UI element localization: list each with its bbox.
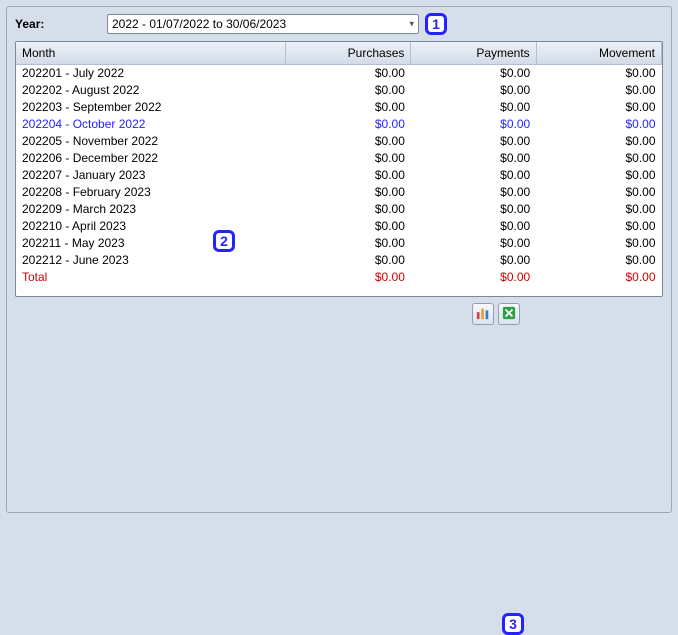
table-row[interactable]: 202201 - July 2022$0.00$0.00$0.00 — [16, 65, 662, 83]
cell-purchases: $0.00 — [286, 99, 411, 116]
table-row[interactable]: 202207 - January 2023$0.00$0.00$0.00 — [16, 167, 662, 184]
table-row[interactable]: 202205 - November 2022$0.00$0.00$0.00 — [16, 133, 662, 150]
cell-movement: $0.00 — [536, 99, 661, 116]
cell-movement: $0.00 — [536, 82, 661, 99]
col-header-payments[interactable]: Payments — [411, 42, 536, 65]
table-row[interactable]: 202211 - May 2023$0.00$0.00$0.00 — [16, 235, 662, 252]
cell-payments: $0.00 — [411, 269, 536, 286]
cell-month: 202207 - January 2023 — [16, 167, 286, 184]
table-row[interactable]: 202203 - September 2022$0.00$0.00$0.00 — [16, 99, 662, 116]
year-row: Year: 2022 - 01/07/2022 to 30/06/2023 ▾ … — [15, 13, 663, 35]
cell-month: 202204 - October 2022 — [16, 116, 286, 133]
year-label: Year: — [15, 17, 107, 31]
chevron-down-icon: ▾ — [409, 19, 414, 30]
cell-month: 202208 - February 2023 — [16, 184, 286, 201]
cell-payments: $0.00 — [411, 82, 536, 99]
cell-payments: $0.00 — [411, 150, 536, 167]
cell-purchases: $0.00 — [286, 235, 411, 252]
table-row[interactable]: 202204 - October 2022$0.00$0.00$0.00 — [16, 116, 662, 133]
bar-chart-icon — [476, 306, 490, 323]
cell-payments: $0.00 — [411, 133, 536, 150]
chart-button[interactable] — [472, 303, 494, 325]
cell-payments: $0.00 — [411, 99, 536, 116]
cell-month: 202205 - November 2022 — [16, 133, 286, 150]
col-header-movement[interactable]: Movement — [536, 42, 661, 65]
cell-payments: $0.00 — [411, 184, 536, 201]
cell-month: 202202 - August 2022 — [16, 82, 286, 99]
cell-purchases: $0.00 — [286, 218, 411, 235]
table-total-row: Total$0.00$0.00$0.00 — [16, 269, 662, 286]
cell-purchases: $0.00 — [286, 184, 411, 201]
col-header-month[interactable]: Month — [16, 42, 286, 65]
cell-payments: $0.00 — [411, 218, 536, 235]
cell-payments: $0.00 — [411, 252, 536, 269]
cell-month: 202210 - April 2023 — [16, 218, 286, 235]
data-table-container: Month Purchases Payments Movement 202201… — [15, 41, 663, 297]
cell-purchases: $0.00 — [286, 150, 411, 167]
cell-purchases: $0.00 — [286, 252, 411, 269]
callout-badge-1: 1 — [425, 13, 447, 35]
cell-movement: $0.00 — [536, 167, 661, 184]
cell-purchases: $0.00 — [286, 201, 411, 218]
table-row[interactable]: 202206 - December 2022$0.00$0.00$0.00 — [16, 150, 662, 167]
table-header-row: Month Purchases Payments Movement — [16, 42, 662, 65]
year-select[interactable]: 2022 - 01/07/2022 to 30/06/2023 ▾ — [107, 14, 419, 34]
cell-movement: $0.00 — [536, 269, 661, 286]
callout-badge-3: 3 — [502, 613, 524, 635]
cell-month: 202206 - December 2022 — [16, 150, 286, 167]
cell-payments: $0.00 — [411, 116, 536, 133]
cell-month: 202212 - June 2023 — [16, 252, 286, 269]
cell-purchases: $0.00 — [286, 269, 411, 286]
table-row[interactable]: 202210 - April 2023$0.00$0.00$0.00 — [16, 218, 662, 235]
export-excel-button[interactable] — [498, 303, 520, 325]
cell-movement: $0.00 — [536, 116, 661, 133]
cell-purchases: $0.00 — [286, 133, 411, 150]
cell-movement: $0.00 — [536, 184, 661, 201]
cell-movement: $0.00 — [536, 235, 661, 252]
cell-purchases: $0.00 — [286, 167, 411, 184]
callout-badge-2: 2 — [213, 230, 235, 252]
cell-month: 202203 - September 2022 — [16, 99, 286, 116]
data-table: Month Purchases Payments Movement 202201… — [16, 42, 662, 286]
year-select-value: 2022 - 01/07/2022 to 30/06/2023 — [112, 17, 400, 31]
table-row[interactable]: 202212 - June 2023$0.00$0.00$0.00 — [16, 252, 662, 269]
table-row[interactable]: 202208 - February 2023$0.00$0.00$0.00 — [16, 184, 662, 201]
cell-month: 202201 - July 2022 — [16, 65, 286, 83]
cell-purchases: $0.00 — [286, 116, 411, 133]
table-row[interactable]: 202202 - August 2022$0.00$0.00$0.00 — [16, 82, 662, 99]
cell-movement: $0.00 — [536, 201, 661, 218]
table-row[interactable]: 202209 - March 2023$0.00$0.00$0.00 — [16, 201, 662, 218]
cell-month: Total — [16, 269, 286, 286]
cell-payments: $0.00 — [411, 201, 536, 218]
cell-movement: $0.00 — [536, 150, 661, 167]
cell-movement: $0.00 — [536, 218, 661, 235]
cell-purchases: $0.00 — [286, 65, 411, 83]
excel-icon — [502, 306, 516, 323]
cell-purchases: $0.00 — [286, 82, 411, 99]
cell-payments: $0.00 — [411, 235, 536, 252]
action-icon-row — [15, 303, 520, 325]
main-panel: Year: 2022 - 01/07/2022 to 30/06/2023 ▾ … — [6, 6, 672, 513]
cell-movement: $0.00 — [536, 133, 661, 150]
cell-movement: $0.00 — [536, 65, 661, 83]
col-header-purchases[interactable]: Purchases — [286, 42, 411, 65]
cell-payments: $0.00 — [411, 65, 536, 83]
cell-movement: $0.00 — [536, 252, 661, 269]
cell-payments: $0.00 — [411, 167, 536, 184]
icons-area: 3 — [15, 303, 520, 325]
cell-month: 202209 - March 2023 — [16, 201, 286, 218]
cell-month: 202211 - May 2023 — [16, 235, 286, 252]
